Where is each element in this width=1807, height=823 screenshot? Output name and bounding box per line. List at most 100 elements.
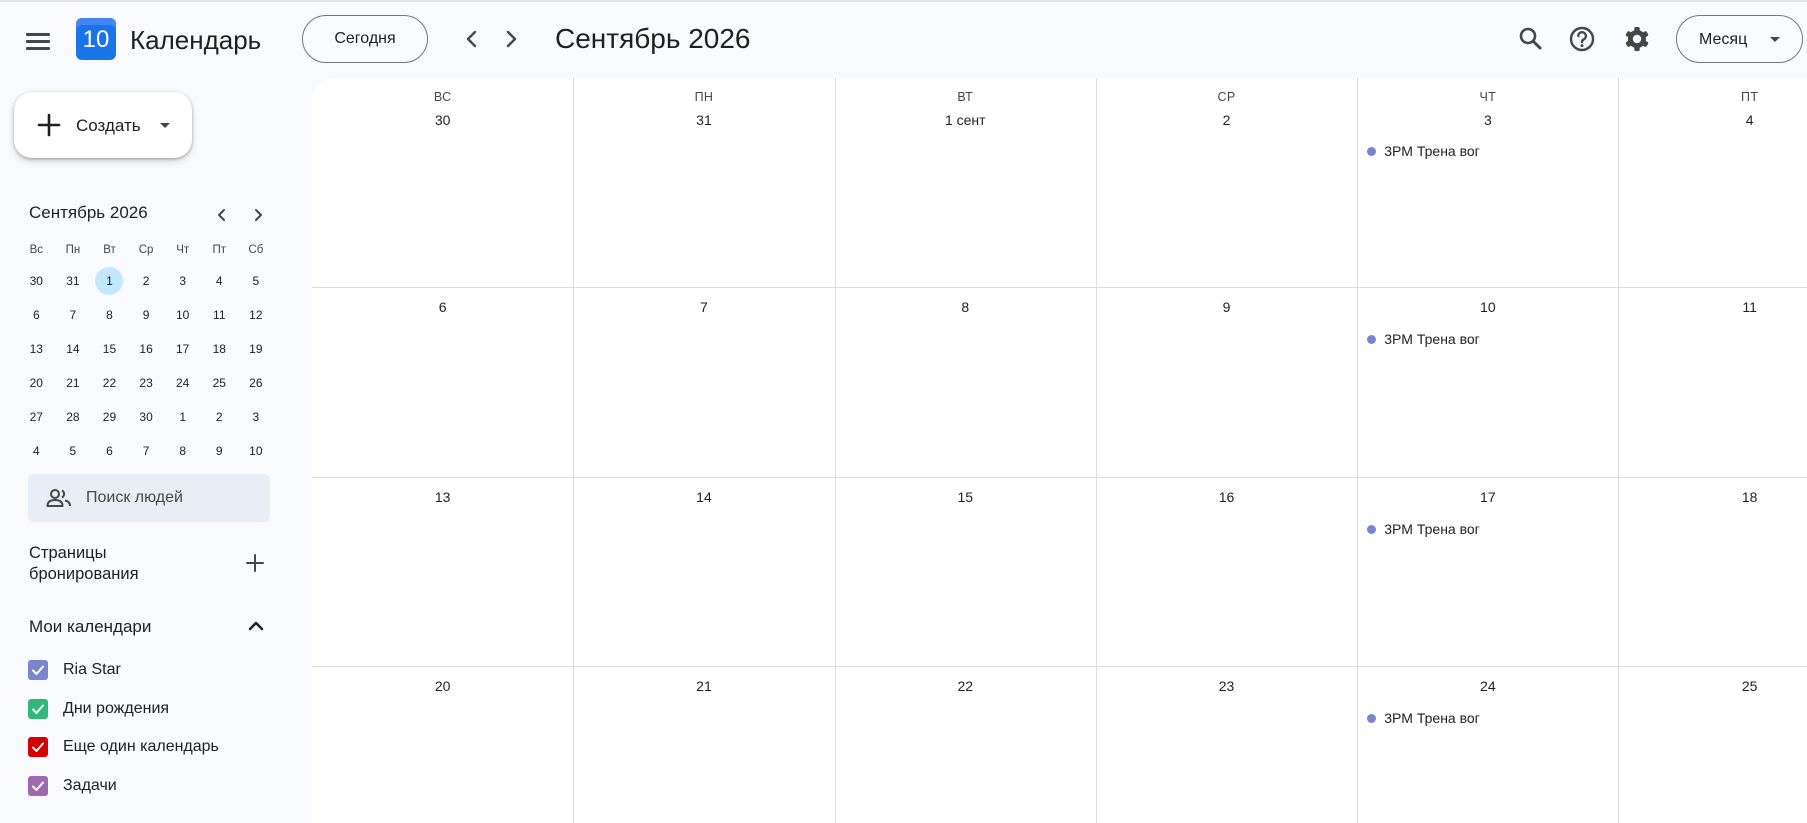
day-number[interactable]: 10 xyxy=(1357,299,1618,315)
day-cell[interactable]: 23 xyxy=(1096,667,1359,823)
day-cell[interactable]: ПН 31 xyxy=(573,78,836,288)
today-button[interactable]: Сегодня xyxy=(302,15,428,63)
day-cell[interactable]: 20 xyxy=(312,667,575,823)
day-cell[interactable]: 15 xyxy=(834,478,1097,667)
chevron-up-icon[interactable] xyxy=(242,612,270,640)
mini-day[interactable]: 1 xyxy=(164,400,201,434)
mini-day[interactable]: 30 xyxy=(128,400,165,434)
mini-day[interactable]: 9 xyxy=(201,434,238,468)
day-number[interactable]: 1 сент xyxy=(835,112,1096,128)
main-menu-button[interactable] xyxy=(22,24,56,58)
day-number[interactable]: 24 xyxy=(1357,678,1618,694)
day-number[interactable]: 4 xyxy=(1619,112,1807,128)
mini-day[interactable]: 25 xyxy=(201,366,238,400)
checkbox-checked-icon[interactable] xyxy=(28,737,48,757)
day-number[interactable]: 22 xyxy=(835,678,1096,694)
search-icon[interactable] xyxy=(1514,22,1548,56)
day-cell[interactable]: 10 3PM Трена вог xyxy=(1357,288,1620,478)
mini-day[interactable]: 21 xyxy=(55,366,92,400)
mini-day[interactable]: 20 xyxy=(18,366,55,400)
day-number[interactable]: 9 xyxy=(1096,299,1357,315)
mini-next-month-icon[interactable] xyxy=(246,204,270,226)
create-button[interactable]: Создать xyxy=(14,92,192,158)
mini-day[interactable]: 14 xyxy=(55,332,92,366)
mini-day[interactable]: 27 xyxy=(18,400,55,434)
mini-day[interactable]: 8 xyxy=(91,298,128,332)
day-number[interactable]: 17 xyxy=(1357,489,1618,505)
checkbox-checked-icon[interactable] xyxy=(28,660,48,680)
mini-day[interactable]: 8 xyxy=(164,434,201,468)
day-cell[interactable]: СР 2 xyxy=(1095,78,1359,288)
day-cell[interactable]: ВТ 1 сент xyxy=(834,78,1097,288)
calendar-item[interactable]: Дни рождения xyxy=(28,695,268,723)
chevron-left-icon[interactable] xyxy=(457,24,487,54)
mini-day[interactable]: 24 xyxy=(164,366,201,400)
mini-day[interactable]: 13 xyxy=(18,332,55,366)
view-switcher-button[interactable]: Месяц xyxy=(1676,15,1803,63)
people-search-input[interactable]: Поиск людей xyxy=(28,474,270,522)
mini-day[interactable]: 23 xyxy=(128,366,165,400)
day-cell[interactable]: 11 xyxy=(1618,288,1807,478)
day-number[interactable]: 21 xyxy=(573,678,834,694)
settings-icon[interactable] xyxy=(1620,22,1654,56)
day-number[interactable]: 3 xyxy=(1357,112,1618,128)
day-cell[interactable]: ЧТ 3 3PM Трена вог xyxy=(1357,78,1620,288)
mini-day[interactable]: 4 xyxy=(18,434,55,468)
mini-day[interactable]: 28 xyxy=(55,400,92,434)
mini-prev-month-icon[interactable] xyxy=(210,204,234,226)
day-cell[interactable]: 16 xyxy=(1095,478,1359,667)
mini-day[interactable]: 26 xyxy=(238,366,275,400)
checkbox-checked-icon[interactable] xyxy=(28,775,48,796)
day-cell[interactable]: 8 xyxy=(834,288,1097,478)
mini-day[interactable]: 6 xyxy=(91,434,128,468)
day-number[interactable]: 25 xyxy=(1619,678,1807,694)
chevron-right-icon[interactable] xyxy=(496,24,526,54)
mini-day[interactable]: 7 xyxy=(128,434,165,468)
day-cell[interactable]: 13 xyxy=(312,478,575,667)
day-cell[interactable]: 18 xyxy=(1618,478,1807,667)
day-number[interactable]: 20 xyxy=(312,678,573,694)
mini-day[interactable]: 5 xyxy=(55,434,92,468)
calendar-item[interactable]: Задачи xyxy=(28,772,268,800)
day-number[interactable]: 13 xyxy=(312,489,573,505)
add-booking-page-icon[interactable] xyxy=(240,548,270,578)
mini-day[interactable]: 31 xyxy=(55,264,92,298)
day-cell[interactable]: 7 xyxy=(573,288,836,478)
day-number[interactable]: 2 xyxy=(1096,112,1357,128)
day-number[interactable]: 23 xyxy=(1096,678,1357,694)
day-cell[interactable]: 24 3PM Трена вог xyxy=(1357,667,1620,823)
day-cell[interactable]: 9 xyxy=(1095,288,1359,478)
day-number[interactable]: 8 xyxy=(835,299,1096,315)
day-cell[interactable]: ВС 30 xyxy=(312,78,575,288)
calendar-logo[interactable]: 10 xyxy=(76,18,116,60)
day-number[interactable]: 7 xyxy=(573,299,834,315)
day-cell[interactable]: 14 xyxy=(573,478,836,667)
mini-day[interactable]: 18 xyxy=(201,332,238,366)
day-cell[interactable]: 21 xyxy=(573,667,836,823)
mini-day[interactable]: 29 xyxy=(91,400,128,434)
day-number[interactable]: 15 xyxy=(835,489,1096,505)
mini-day[interactable]: 10 xyxy=(164,298,201,332)
day-cell[interactable]: 25 xyxy=(1619,667,1807,823)
mini-day-today[interactable]: 1 xyxy=(91,264,128,298)
mini-day[interactable]: 15 xyxy=(91,332,128,366)
help-icon[interactable] xyxy=(1565,22,1599,56)
day-number[interactable]: 6 xyxy=(312,299,573,315)
mini-day[interactable]: 7 xyxy=(55,298,92,332)
day-cell[interactable]: ПТ 4 xyxy=(1618,78,1807,288)
mini-day[interactable]: 11 xyxy=(201,298,238,332)
day-number[interactable]: 11 xyxy=(1619,299,1807,315)
mini-day[interactable]: 4 xyxy=(201,264,238,298)
day-number[interactable]: 14 xyxy=(573,489,834,505)
day-cell[interactable]: 6 xyxy=(312,288,575,478)
calendar-item[interactable]: Ria Star xyxy=(28,656,268,684)
day-number[interactable]: 16 xyxy=(1096,489,1357,505)
day-number[interactable]: 18 xyxy=(1619,489,1807,505)
day-cell[interactable]: 17 3PM Трена вог xyxy=(1357,478,1620,667)
mini-day[interactable]: 16 xyxy=(128,332,165,366)
mini-day[interactable]: 2 xyxy=(201,400,238,434)
mini-day[interactable]: 10 xyxy=(238,434,275,468)
checkbox-checked-icon[interactable] xyxy=(28,698,48,719)
mini-day[interactable]: 17 xyxy=(164,332,201,366)
calendar-item[interactable]: Еще один календарь xyxy=(28,733,268,761)
